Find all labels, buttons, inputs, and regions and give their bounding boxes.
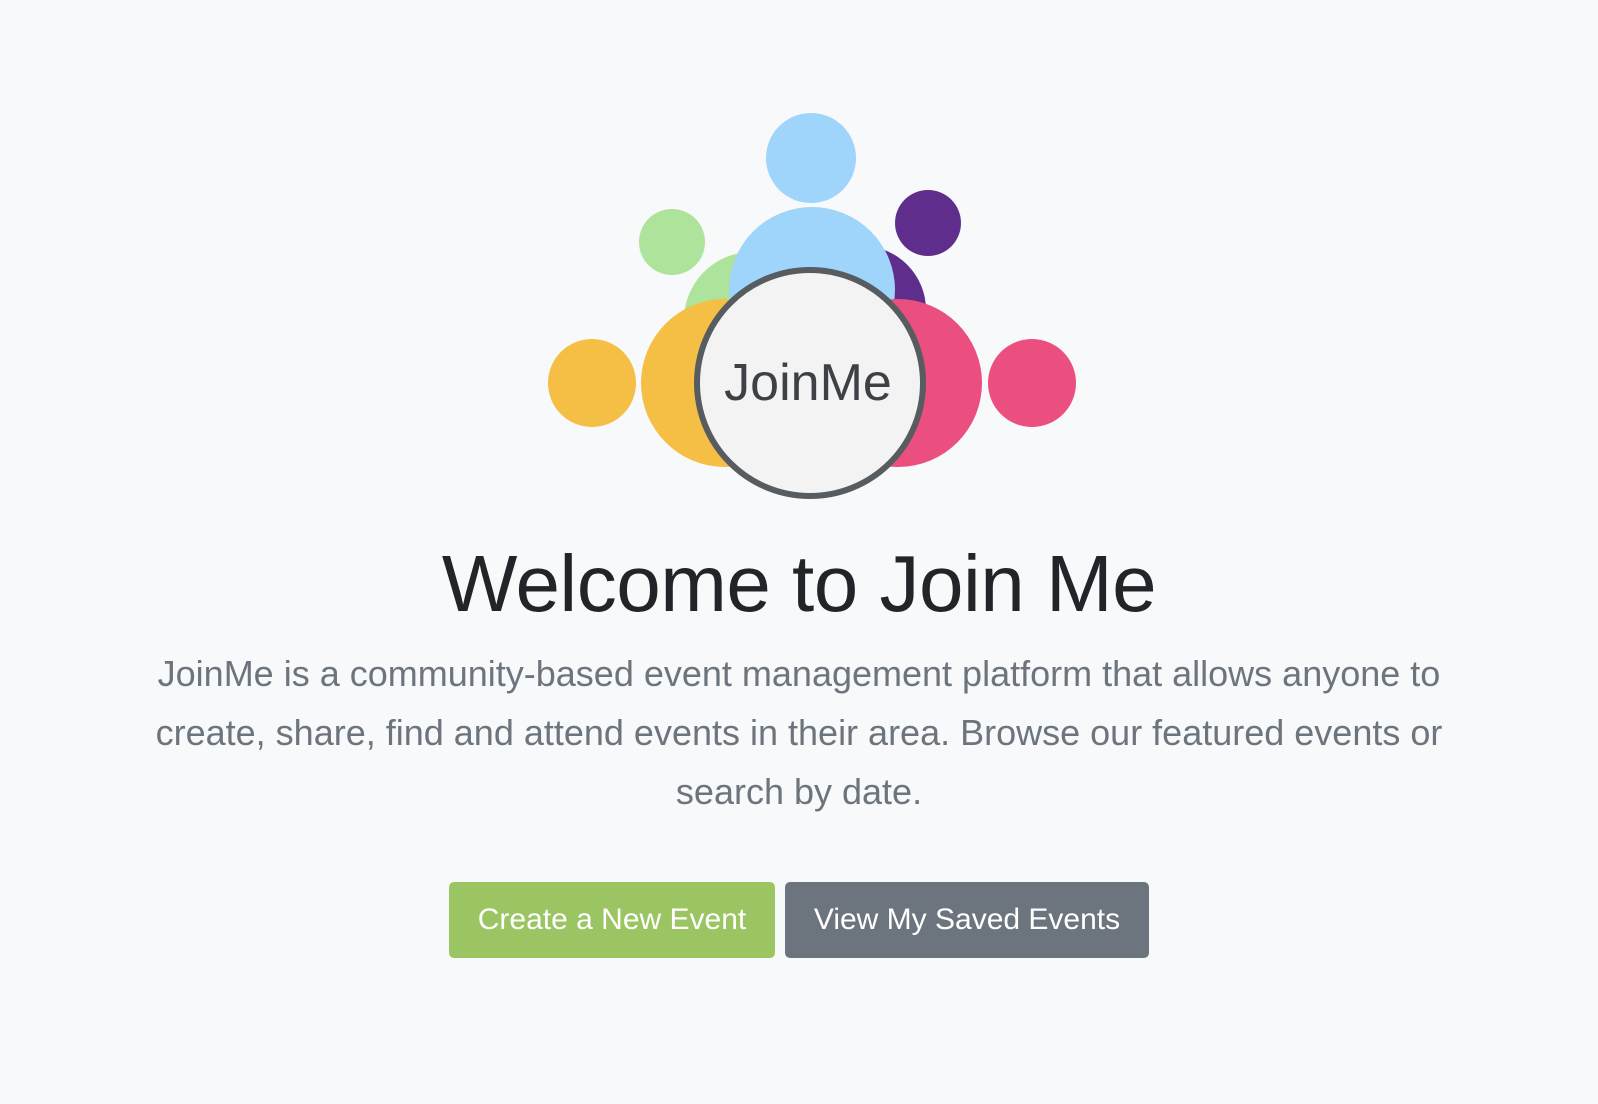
joinme-logo: JoinMe	[0, 0, 1598, 520]
green-person-head	[639, 209, 705, 275]
yellow-person-head	[548, 339, 636, 427]
landing-page: JoinMe Welcome to Join Me JoinMe is a co…	[0, 0, 1598, 1104]
people-circles-logo-icon: JoinMe	[548, 113, 1076, 499]
pink-person-head	[988, 339, 1076, 427]
blue-person-head	[766, 113, 856, 203]
purple-person-head	[895, 190, 961, 256]
intro-description: JoinMe is a community-based event manage…	[155, 653, 1443, 812]
logo-text: JoinMe	[724, 354, 892, 412]
view-saved-events-button[interactable]: View My Saved Events	[785, 882, 1149, 958]
action-buttons: Create a New Event View My Saved Events	[0, 882, 1598, 958]
create-event-button[interactable]: Create a New Event	[449, 882, 775, 958]
page-title: Welcome to Join Me	[441, 539, 1157, 628]
